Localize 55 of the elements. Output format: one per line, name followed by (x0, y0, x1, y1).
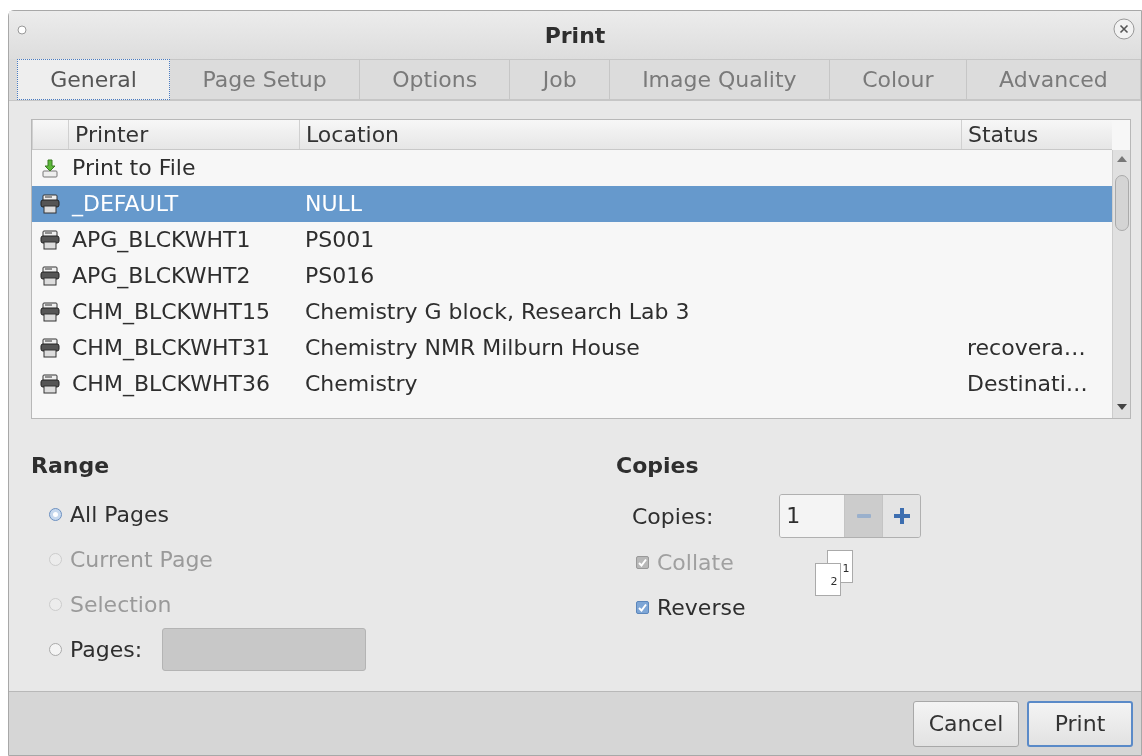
collate-preview-drawing: 2 1 (815, 550, 856, 598)
printer-icon (40, 194, 60, 214)
increment-button[interactable] (882, 495, 921, 537)
printer-name: APG_BLCKWHT2 (72, 263, 251, 288)
window-menu-icon[interactable] (17, 25, 27, 35)
radio-label[interactable]: All Pages (70, 498, 169, 531)
printer-location: PS001 (305, 227, 375, 252)
radio-label[interactable]: Pages: (70, 633, 143, 666)
close-icon[interactable] (1113, 18, 1135, 40)
printer-name: CHM_BLCKWHT15 (72, 299, 270, 324)
printer-icon (40, 338, 60, 358)
printer-icon (40, 230, 60, 250)
printer-row[interactable]: CHM_BLCKWHT36 Chemistry Destinati… (32, 366, 1112, 402)
file-tray-icon (40, 158, 60, 178)
printer-location: NULL (305, 191, 363, 216)
minus-icon (856, 514, 871, 518)
printer-location: Chemistry G block, Research Lab 3 (305, 299, 690, 324)
dialog-button[interactable]: Print (1027, 700, 1133, 747)
printer-name: _DEFAULT (72, 191, 179, 216)
scroll-up-icon[interactable] (1117, 156, 1127, 162)
column-header[interactable]: Printer (68, 120, 299, 149)
printer-row[interactable]: CHM_BLCKWHT31 Chemistry NMR Milburn House recovera… (32, 330, 1112, 366)
scrollbar-thumb[interactable] (1115, 175, 1129, 231)
printer-row[interactable]: Print to File (32, 150, 1112, 186)
printer-icon (40, 302, 60, 322)
checkbox[interactable] (636, 601, 649, 614)
column-header[interactable]: Status (961, 120, 1112, 149)
printer-name: CHM_BLCKWHT36 (72, 371, 270, 396)
radio-button[interactable] (49, 643, 62, 656)
printer-icon (40, 266, 60, 286)
checkbox-label[interactable]: Reverse (657, 591, 746, 624)
printer-row[interactable]: APG_BLCKWHT1 PS001 (32, 222, 1112, 258)
window-title: Print (544, 21, 606, 50)
scrollbar[interactable] (1112, 150, 1130, 418)
printer-row[interactable]: APG_BLCKWHT2 PS016 (32, 258, 1112, 294)
printer-status: Destinati… (967, 371, 1088, 396)
column-header[interactable]: Location (299, 120, 961, 149)
dialog-button[interactable]: Cancel (913, 700, 1019, 747)
printer-name: APG_BLCKWHT1 (72, 227, 251, 252)
scroll-down-icon[interactable] (1117, 404, 1127, 410)
printer-location: Chemistry NMR Milburn House (305, 335, 640, 360)
copies-spinner[interactable]: 1 (779, 494, 922, 538)
copies-label: Copies: (632, 502, 714, 531)
tab[interactable]: General (17, 59, 171, 100)
printer-name: CHM_BLCKWHT31 (72, 335, 270, 360)
radio-button[interactable] (49, 508, 62, 521)
printer-row[interactable]: CHM_BLCKWHT15 Chemistry G block, Research Lab 3 (32, 294, 1112, 330)
printer-name: Print to File (72, 155, 196, 180)
plus-icon (893, 508, 910, 524)
printer-status: recovera… (967, 335, 1086, 360)
printer-location: PS016 (305, 263, 375, 288)
printer-icon (40, 374, 60, 394)
section-heading: Copies (616, 452, 700, 480)
section-heading: Range (31, 452, 111, 480)
printer-location: Chemistry (305, 371, 418, 396)
